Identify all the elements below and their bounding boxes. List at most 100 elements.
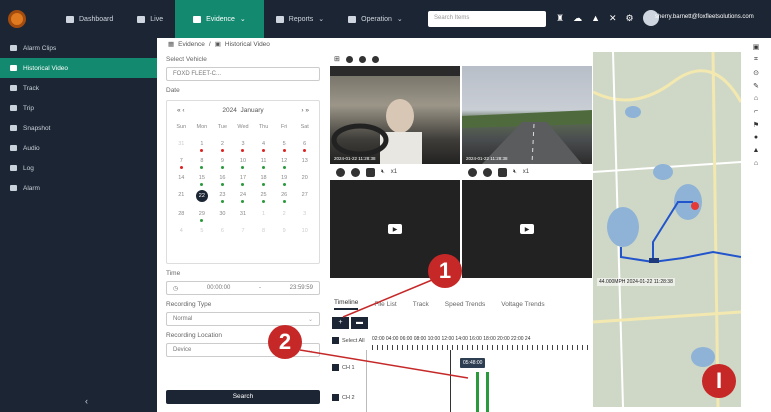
warning-icon[interactable]: ▲ (741, 144, 771, 157)
playback-speed[interactable]: x1 (523, 169, 529, 175)
play-icon[interactable]: ▶ (388, 224, 402, 234)
snapshot-icon[interactable] (366, 167, 375, 177)
tab-file-list[interactable]: File List (374, 301, 396, 308)
tab-voltage-trends[interactable]: Voltage Trends (501, 301, 544, 308)
calendar-day[interactable]: 6 (294, 139, 315, 152)
calendar-month[interactable]: January (240, 107, 263, 114)
calendar-next-button[interactable]: › » (301, 107, 309, 114)
calendar-day[interactable]: 12 (274, 156, 295, 169)
layout-icon[interactable]: ⊞ (334, 55, 340, 63)
mute-icon[interactable]: 🔇︎ (513, 169, 517, 176)
calendar-day-other-month[interactable]: 7 (233, 226, 254, 236)
home-icon[interactable]: ⌂ (741, 157, 771, 170)
tab-track[interactable]: Track (413, 301, 429, 308)
calendar-day-other-month[interactable]: 3 (294, 209, 315, 219)
warning-icon[interactable]: ▲ (591, 13, 600, 23)
calendar-day-other-month[interactable]: 4 (171, 226, 192, 236)
calendar-day-other-month[interactable]: 8 (253, 226, 274, 236)
camera-1-video[interactable]: 2024-01-22 11:28:38 (330, 66, 460, 164)
calendar-day-other-month[interactable]: 31 (171, 139, 192, 149)
calendar-day[interactable]: 13 (294, 156, 315, 166)
calendar-day[interactable]: 3 (233, 139, 254, 152)
nav-reports[interactable]: Reports ⌄ (264, 0, 336, 38)
time-end[interactable]: 23:59:59 (290, 285, 313, 291)
user-email[interactable]: sherry.barnett@foxfleetsolutions.com (655, 14, 754, 20)
camera-4-video[interactable]: ▶ (462, 180, 592, 278)
sidebar-item-historical-video[interactable]: Historical Video (0, 58, 157, 78)
poi-icon[interactable]: ⌂ (741, 92, 771, 105)
tab-timeline[interactable]: Timeline (334, 299, 359, 310)
calendar-day[interactable]: 11 (253, 156, 274, 169)
select-all-row[interactable]: Select All (332, 337, 365, 344)
calendar-day[interactable]: 16 (212, 173, 233, 186)
gear-icon[interactable]: ⚙ (626, 13, 634, 24)
calendar-day[interactable]: 4 (253, 139, 274, 152)
sidebar-item-track[interactable]: Track (0, 78, 157, 98)
calendar-day[interactable]: 8 (192, 156, 213, 169)
calendar-day[interactable]: 15 (192, 173, 213, 186)
locate-icon[interactable]: ⊙ (741, 66, 771, 79)
ruler-icon[interactable]: ⌗ (741, 53, 771, 66)
recording-segment[interactable] (486, 372, 489, 412)
calendar-day[interactable]: 31 (233, 209, 254, 219)
pen-icon[interactable]: ✎ (741, 79, 771, 92)
zoom-in-button[interactable]: + (332, 317, 349, 329)
calendar-day-other-month[interactable]: 5 (192, 226, 213, 236)
calendar-day[interactable]: 23 (212, 190, 233, 203)
collapse-sidebar-button[interactable]: ‹ (85, 396, 88, 406)
channel-1-row[interactable]: CH 1 (332, 364, 355, 371)
calendar-day[interactable]: 19 (274, 173, 295, 186)
layers-icon[interactable]: ▣ (741, 40, 771, 53)
calendar-year[interactable]: 2024 (222, 107, 236, 114)
calendar-day[interactable]: 24 (233, 190, 254, 203)
sidebar-item-audio[interactable]: Audio (0, 138, 157, 158)
calendar-day-other-month[interactable]: 2 (274, 209, 295, 219)
camera-2-video[interactable]: 2024-01-22 11:28:38 (462, 66, 592, 165)
breadcrumb-root[interactable]: Evidence (178, 41, 205, 48)
calendar-day-other-month[interactable]: 10 (294, 226, 315, 236)
stop-all-icon[interactable] (358, 55, 366, 63)
calendar-day[interactable]: 20 (294, 173, 315, 183)
calendar-day[interactable]: 7 (171, 156, 192, 169)
measure-icon[interactable]: ⌐ (741, 105, 771, 118)
calendar-day[interactable]: 1 (192, 139, 213, 152)
recording-segment[interactable] (476, 372, 479, 412)
playback-speed[interactable]: x1 (391, 169, 397, 175)
search-input[interactable]: Search Items (428, 11, 546, 27)
calendar-day[interactable]: 29 (192, 209, 213, 222)
sidebar-item-log[interactable]: Log (0, 158, 157, 178)
calendar-day[interactable]: 9 (212, 156, 233, 169)
channel-2-checkbox[interactable] (332, 394, 339, 401)
tools-icon[interactable]: ✕ (609, 13, 617, 24)
calendar-day[interactable]: 17 (233, 173, 254, 186)
search-button[interactable]: Search (166, 390, 320, 404)
flag-icon[interactable]: ⚑ (741, 118, 771, 131)
play-icon[interactable]: ▶ (520, 224, 534, 234)
calendar-day-other-month[interactable]: 1 (253, 209, 274, 219)
nav-dashboard[interactable]: Dashboard (54, 0, 125, 38)
nav-evidence[interactable]: Evidence ⌄ (175, 0, 264, 38)
recording-type-select[interactable]: Normal ⌄ (166, 312, 320, 326)
nav-operation[interactable]: Operation ⌄ (336, 0, 415, 38)
download-icon[interactable] (371, 55, 379, 63)
time-start[interactable]: 00:00:00 (207, 285, 230, 291)
calendar-day[interactable]: 10 (233, 156, 254, 169)
calendar-day[interactable]: 14 (171, 173, 192, 183)
play-icon[interactable] (336, 167, 345, 177)
nav-live[interactable]: Live (125, 0, 175, 38)
channel-1-checkbox[interactable] (332, 364, 339, 371)
bell-icon[interactable]: ♜ (556, 13, 564, 24)
calendar-day[interactable]: 28 (171, 209, 192, 219)
timeline-cursor[interactable] (450, 350, 451, 412)
stop-icon[interactable] (483, 167, 492, 177)
map-view[interactable]: 44.000MPH 2024-01-22 11:28:38 (593, 52, 741, 407)
calendar-prev-button[interactable]: « ‹ (177, 107, 185, 114)
folder-button[interactable]: ▬ (351, 317, 368, 329)
calendar-day[interactable]: 21 (171, 190, 192, 200)
calendar-day[interactable]: 2 (212, 139, 233, 152)
select-all-checkbox[interactable] (332, 337, 339, 344)
calendar-day[interactable]: 5 (274, 139, 295, 152)
sidebar-item-alarm[interactable]: Alarm (0, 178, 157, 198)
mute-icon[interactable]: 🔇︎ (381, 169, 385, 176)
play-all-icon[interactable] (345, 55, 353, 63)
